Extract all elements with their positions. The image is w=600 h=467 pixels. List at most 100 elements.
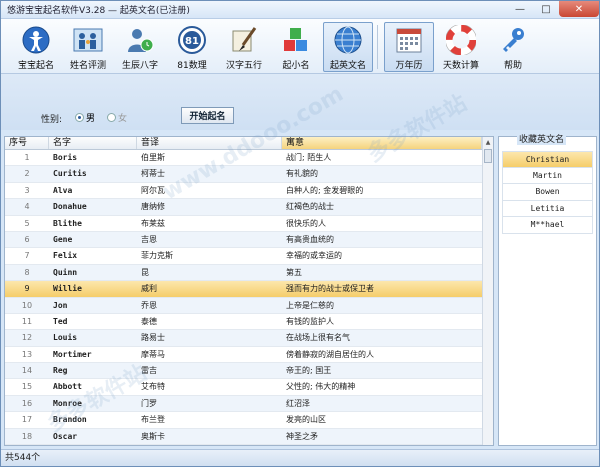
- row-index: 2: [24, 169, 30, 179]
- tool-baby-naming[interactable]: 宝宝起名: [11, 22, 61, 72]
- table-row[interactable]: 4 Donahue 唐纳修 红褐色的战士: [5, 199, 493, 216]
- minimize-button[interactable]: —: [507, 1, 533, 17]
- tool-label: 起小名: [282, 61, 310, 71]
- row-index: 7: [24, 251, 30, 261]
- tool-day-count[interactable]: 天数计算: [436, 22, 486, 72]
- col-header-meaning[interactable]: 寓意: [282, 137, 482, 149]
- col-header-transliteration[interactable]: 音译: [137, 137, 282, 149]
- row-transliteration: 泰德: [141, 316, 157, 326]
- row-transliteration: 菲力克斯: [141, 251, 173, 261]
- main-toolbar: 宝宝起名 姓名评测 生辰八字 81 81数理 汉字五行 起小名 起英文名 万年历…: [1, 19, 599, 74]
- row-transliteration: 阿尔瓦: [141, 185, 165, 195]
- row-index: 6: [24, 234, 30, 244]
- tool-birth-chart[interactable]: 生辰八字: [115, 22, 165, 72]
- status-bar: 共544个: [1, 449, 599, 466]
- row-index: 9: [24, 284, 30, 294]
- row-meaning: 战门; 陌生人: [286, 153, 332, 162]
- table-row[interactable]: 2 Curitis 柯蒂士 有礼貌的: [5, 166, 493, 183]
- row-transliteration: 威利: [141, 284, 157, 294]
- row-index: 16: [21, 398, 33, 408]
- tool-english-name[interactable]: 起英文名: [323, 22, 373, 72]
- table-row[interactable]: 11 Ted 泰德 有钱的监护人: [5, 314, 493, 331]
- table-row[interactable]: 5 Blithe 布莱兹 很快乐的人: [5, 216, 493, 232]
- row-name: Monroe: [53, 398, 82, 408]
- table-row[interactable]: 6 Gene 吉恩 有高贵血统的: [5, 231, 493, 249]
- row-transliteration: 乔恩: [141, 300, 157, 310]
- row-meaning: 发亮的山区: [286, 415, 326, 425]
- table-row[interactable]: 8 Quinn 昆 第五: [5, 264, 493, 282]
- favorite-item[interactable]: M**hael: [502, 217, 593, 234]
- row-name: Louis: [53, 333, 78, 343]
- tool-five-elements[interactable]: 汉字五行: [219, 22, 269, 72]
- table-row[interactable]: 9 Willie 威利 强而有力的战士或保卫者: [5, 281, 493, 298]
- row-index: 12: [21, 333, 33, 343]
- table-row[interactable]: 15 Abbott 艾布特 父性的; 伟大的精神: [5, 379, 493, 396]
- tool-label: 81数理: [177, 61, 207, 71]
- scroll-thumb[interactable]: [484, 149, 492, 163]
- window-title: 悠游宝宝起名软件V3.28 — 起英文名(已注册): [7, 6, 190, 16]
- toolbar-separator: [377, 25, 378, 69]
- gender-label: 性别:: [41, 115, 63, 125]
- row-meaning: 红褐色的战士: [286, 202, 334, 212]
- row-transliteration: 摩蒂马: [141, 349, 165, 359]
- favorites-panel: 收藏英文名 Christian Martin Bowen Letitia M**hael: [498, 132, 597, 446]
- table-row[interactable]: 7 Felix 菲力克斯 幸福的或幸运的: [5, 248, 493, 265]
- status-count: 共544个: [5, 453, 41, 463]
- row-index: 8: [24, 267, 30, 277]
- row-transliteration: 门罗: [141, 398, 157, 408]
- svg-text:81: 81: [185, 36, 199, 47]
- table-row[interactable]: 1 Boris 伯里斯 战门; 陌生人: [5, 150, 493, 167]
- start-naming-button[interactable]: 开始起名: [181, 107, 234, 124]
- row-meaning: 神圣之矛: [286, 431, 318, 441]
- tool-label: 起英文名: [329, 61, 366, 71]
- table-row[interactable]: 17 Brandon 布兰登 发亮的山区: [5, 412, 493, 429]
- table-row[interactable]: 16 Monroe 门罗 红沼泽: [5, 395, 493, 413]
- table-body: 1 Boris 伯里斯 战门; 陌生人 2 Curitis 柯蒂士 有礼貌的 3 Alva 阿尔瓦 白…: [5, 150, 493, 445]
- tool-label: 天数计算: [442, 61, 479, 71]
- row-transliteration: 路易士: [141, 333, 165, 343]
- row-meaning: 傍着静寂的湖自居住的人: [286, 349, 374, 359]
- row-index: 13: [21, 349, 33, 359]
- gender-male-radio[interactable]: 男: [75, 111, 95, 124]
- favorite-item[interactable]: Christian: [502, 151, 593, 168]
- row-index: 15: [21, 382, 33, 392]
- tool-81-numerology[interactable]: 81 81数理: [167, 22, 217, 72]
- table-row[interactable]: 18 Oscar 奥斯卡 神圣之矛: [5, 428, 493, 445]
- tool-help[interactable]: 帮助: [488, 22, 538, 72]
- col-header-index[interactable]: 序号: [5, 137, 49, 149]
- table-scrollbar[interactable]: ▲: [482, 137, 493, 445]
- table-row[interactable]: 10 Jon 乔恩 上帝是仁慈的: [5, 297, 493, 314]
- row-meaning: 第五: [286, 267, 302, 277]
- english-names-table[interactable]: 序号 名字 音译 寓意 1 Boris 伯里斯 战门; 陌生人 2 Curitis 柯蒂士有…: [4, 136, 494, 446]
- favorite-item[interactable]: Bowen: [502, 184, 593, 201]
- table-row[interactable]: 14 Reg 雷吉 帝王的; 国王: [5, 363, 493, 380]
- blocks-icon: [279, 24, 313, 56]
- scroll-up-icon[interactable]: ▲: [483, 137, 493, 147]
- close-button[interactable]: ✕: [559, 1, 599, 17]
- row-meaning: 强而有力的战士或保卫者: [286, 284, 374, 294]
- tool-label: 姓名评测: [69, 61, 106, 71]
- gender-female-label: 女: [118, 114, 128, 124]
- maximize-button[interactable]: □: [533, 1, 559, 17]
- row-index: 4: [24, 202, 30, 212]
- row-meaning: 在战场上很有名气: [286, 333, 350, 343]
- row-index: 3: [24, 185, 30, 195]
- row-transliteration: 艾布特: [141, 382, 165, 392]
- favorite-item[interactable]: Martin: [502, 167, 593, 184]
- tool-name-evaluation[interactable]: 姓名评测: [63, 22, 113, 72]
- row-meaning: 有钱的监护人: [286, 316, 334, 326]
- table-row[interactable]: 3 Alva 阿尔瓦 白种人的; 金发碧眼的: [5, 183, 493, 200]
- favorite-item[interactable]: Letitia: [502, 200, 593, 217]
- row-meaning: 父性的; 伟大的精神: [286, 382, 356, 392]
- gender-male-label: 男: [86, 114, 96, 124]
- col-header-name[interactable]: 名字: [49, 137, 137, 149]
- row-name: Brandon: [53, 415, 87, 425]
- table-row[interactable]: 12 Louis 路易士 在战场上很有名气: [5, 330, 493, 347]
- calendar-icon: [392, 24, 426, 56]
- tool-calendar[interactable]: 万年历: [384, 22, 434, 72]
- gender-female-radio[interactable]: 女: [107, 111, 127, 124]
- table-row[interactable]: 13 Mortimer 摩蒂马 傍着静寂的湖自居住的人: [5, 347, 493, 364]
- row-index: 11: [21, 316, 33, 326]
- tool-nickname[interactable]: 起小名: [271, 22, 321, 72]
- brush-icon: [227, 24, 261, 56]
